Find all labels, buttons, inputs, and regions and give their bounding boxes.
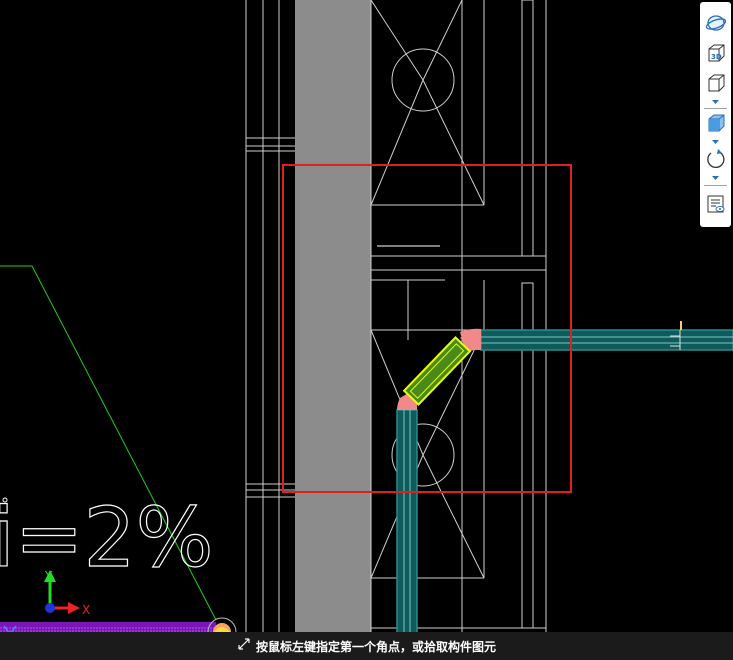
cad-viewport[interactable]: i=2% Y X 3D 按鼠标左键指定第一个角点，或拾取构件图元 [0, 0, 733, 660]
orbit-icon [705, 14, 726, 31]
box-icon [708, 74, 724, 91]
axis-x-label: X [82, 603, 90, 617]
axis-y-label: Y [44, 569, 53, 583]
cursor-icon [238, 638, 250, 650]
view-solid-button[interactable] [703, 110, 728, 135]
view-toolbar: 3D [700, 2, 731, 227]
svg-text:3D: 3D [711, 53, 722, 61]
chevron-down-icon-2[interactable] [711, 139, 720, 145]
chevron-down-icon[interactable] [711, 99, 720, 105]
wall-column[interactable] [295, 0, 371, 640]
orbit-button[interactable] [703, 10, 728, 35]
vertical-pipe[interactable] [396, 409, 420, 641]
solid-cube-icon [708, 114, 724, 131]
chevron-down-icon-3[interactable] [711, 175, 720, 181]
rotate-button[interactable] [703, 146, 728, 171]
selected-pipe-segment[interactable] [402, 336, 472, 406]
command-prompt-text: 按鼠标左键指定第一个角点，或拾取构件图元 [256, 640, 497, 654]
drawing-canvas[interactable]: i=2% Y X [0, 0, 733, 660]
view-3d-button[interactable]: 3D [703, 40, 728, 65]
view-box-button[interactable] [703, 70, 728, 95]
horizontal-pipe[interactable] [480, 321, 733, 351]
slope-label: i=2% [0, 491, 214, 586]
wall-outline-lines [245, 0, 295, 640]
rotate-icon [706, 148, 725, 168]
properties-button[interactable] [703, 191, 728, 216]
cube-3d-icon: 3D [708, 44, 724, 61]
properties-icon [707, 195, 724, 212]
